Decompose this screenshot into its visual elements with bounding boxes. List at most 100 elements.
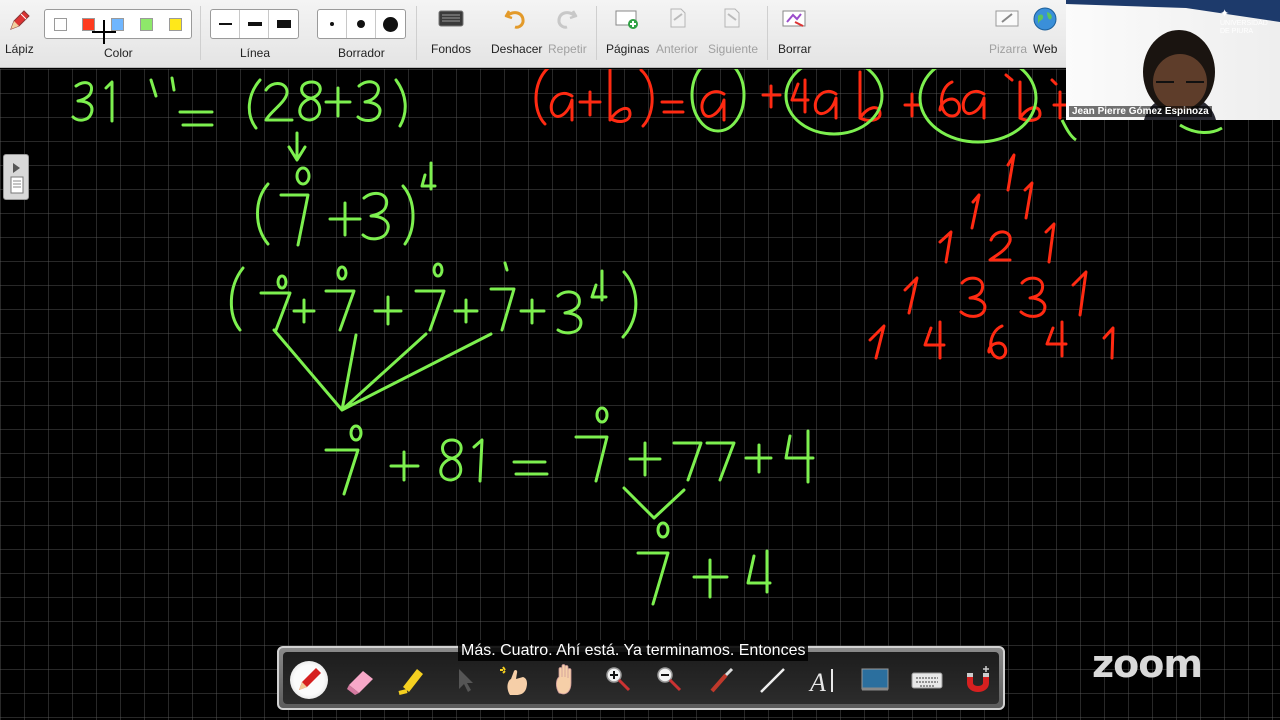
- stroke-plus: [373, 295, 403, 326]
- stroke-equals: [660, 100, 685, 114]
- side-tab-arrow-icon: [10, 163, 24, 194]
- eraser-small-option[interactable]: [318, 10, 347, 38]
- participant-video[interactable]: ✦ UNIVERSIDAD DE PIURA Jean Pierre Gómez…: [1066, 0, 1280, 120]
- stroke-digit-7: [574, 435, 609, 483]
- undo-icon[interactable]: [503, 6, 527, 30]
- stroke-digit-3: [556, 290, 583, 335]
- line-width-picker[interactable]: [210, 9, 299, 39]
- crosshair-cursor-icon: [92, 20, 116, 44]
- line-thick-option[interactable]: [269, 10, 298, 38]
- line-icon: [760, 668, 785, 693]
- backgrounds-icon[interactable]: [437, 8, 465, 30]
- stroke-arrow-down: [287, 131, 307, 162]
- whiteboard-canvas[interactable]: [0, 69, 1280, 720]
- next-page-icon[interactable]: [721, 6, 743, 30]
- whiteboard-toolbar: Lápiz Color Línea Borrador Fondos Deshac…: [0, 0, 1066, 68]
- stroke-exponent-4: [420, 161, 437, 191]
- participant-name: Jean Pierre Gómez Espinoza: [1069, 106, 1212, 117]
- redo-label[interactable]: Repetir: [548, 42, 587, 56]
- eraser-size-picker[interactable]: [317, 9, 406, 39]
- eraser-large-option[interactable]: [376, 10, 405, 38]
- brush-tool-button[interactable]: [702, 661, 740, 699]
- stroke-prime-marks: [149, 76, 176, 98]
- stroke-digit-7: [636, 551, 670, 606]
- stroke-exponent-4: [590, 269, 608, 302]
- clear-label[interactable]: Borrar: [778, 42, 811, 56]
- magnet-icon: [967, 666, 989, 692]
- stroke-plus: [519, 298, 546, 325]
- pascal-1-1: [970, 181, 1034, 230]
- color-white-swatch[interactable]: [54, 18, 67, 31]
- stroke-digit-4: [746, 549, 772, 594]
- previous-page-icon[interactable]: [667, 6, 689, 30]
- pascal-1-2-1: [938, 222, 1056, 264]
- next-label[interactable]: Siguiente: [708, 42, 758, 56]
- pages-icon[interactable]: [614, 8, 640, 30]
- pencil-icon[interactable]: [6, 8, 32, 34]
- zoom-out-icon: [657, 667, 682, 692]
- color-label: Color: [104, 46, 133, 60]
- pascal-1-3-3-1: [903, 270, 1088, 318]
- color-picker[interactable]: [44, 9, 192, 39]
- stroke-digit-2: [264, 82, 294, 122]
- stroke-digit-6: [938, 80, 961, 118]
- stroke-plus: [761, 84, 782, 109]
- stroke-plus: [389, 450, 420, 482]
- redo-icon[interactable]: [555, 6, 579, 30]
- handwriting-layer: [71, 69, 1223, 606]
- board-tool-button[interactable]: [856, 661, 894, 699]
- laser-tool-button[interactable]: [496, 661, 534, 699]
- color-green-swatch[interactable]: [140, 18, 153, 31]
- highlighter-tool-button[interactable]: [393, 661, 431, 699]
- pascal-1-4-6-4-1: [868, 320, 1115, 360]
- stroke-digit-8: [298, 80, 322, 122]
- toolbar-divider: [596, 6, 597, 60]
- stroke-plus: [692, 558, 729, 599]
- keyboard-icon: [911, 672, 943, 689]
- stroke-letter-b: [608, 69, 632, 123]
- pages-label[interactable]: Páginas: [606, 42, 649, 56]
- stroke-digit-1: [104, 80, 114, 123]
- stroke-digit-3: [71, 81, 94, 122]
- line-medium-option[interactable]: [240, 10, 269, 38]
- stroke-digit-7: [414, 289, 446, 332]
- stroke-letter-a: [813, 89, 838, 120]
- stroke-digit-7: [705, 441, 736, 482]
- stroke-paren-close: [621, 270, 638, 339]
- keyboard-tool-button[interactable]: [908, 661, 946, 699]
- backgrounds-label[interactable]: Fondos: [431, 42, 471, 56]
- stroke-plus: [453, 298, 479, 324]
- clear-board-icon[interactable]: [781, 8, 807, 30]
- stroke-equals: [178, 110, 214, 127]
- magnet-tool-button[interactable]: [959, 661, 997, 699]
- text-icon: A: [808, 668, 833, 697]
- line-tool-button[interactable]: [753, 661, 791, 699]
- eraser-icon: [347, 671, 373, 695]
- eraser-medium-option[interactable]: [347, 10, 376, 38]
- eraser-tool-button[interactable]: [341, 661, 379, 699]
- stroke-letter-a: [961, 89, 986, 120]
- stroke-plus: [328, 201, 362, 237]
- whiteboard-label[interactable]: Pizarra: [989, 42, 1027, 56]
- web-label[interactable]: Web: [1033, 42, 1057, 56]
- stroke-plus: [292, 298, 316, 324]
- web-globe-icon[interactable]: [1032, 6, 1058, 32]
- zoom-in-tool-button[interactable]: [599, 661, 637, 699]
- zoom-out-tool-button[interactable]: [650, 661, 688, 699]
- hand-tool-button[interactable]: [547, 661, 585, 699]
- undo-label[interactable]: Deshacer: [491, 42, 542, 56]
- text-tool-button[interactable]: A: [805, 661, 843, 699]
- whiteboard-icon[interactable]: [994, 8, 1020, 30]
- stroke-v-mark: [622, 486, 686, 520]
- stroke-digit-7: [259, 291, 292, 332]
- pen-tool-button[interactable]: [290, 661, 328, 699]
- select-tool-button[interactable]: [445, 661, 483, 699]
- color-yellow-swatch[interactable]: [169, 18, 182, 31]
- stroke-digit-8: [439, 438, 463, 482]
- previous-label[interactable]: Anterior: [656, 42, 698, 56]
- stroke-digit-7: [324, 448, 360, 496]
- line-thin-option[interactable]: [211, 10, 240, 38]
- pascal-1: [1006, 153, 1016, 192]
- toolbar-divider: [200, 6, 201, 60]
- side-panel-tab[interactable]: [3, 154, 29, 200]
